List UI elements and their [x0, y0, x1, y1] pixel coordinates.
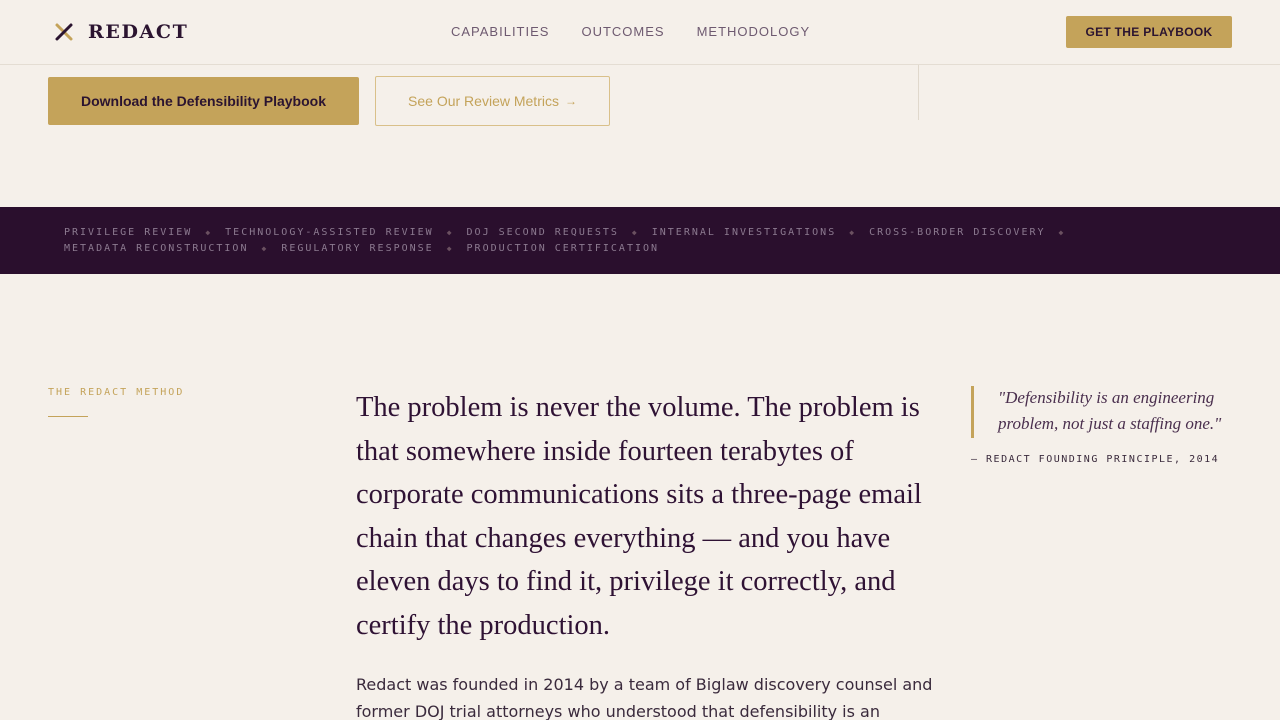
- pull-quote: "Defensibility is an engineering problem…: [998, 388, 1222, 433]
- services-ticker: PRIVILEGE REVIEW ◆ TECHNOLOGY-ASSISTED REV…: [0, 207, 1280, 274]
- diamond-icon: ◆: [631, 228, 639, 237]
- arrow-right-icon: →: [564, 94, 577, 108]
- site-header: REDACT CAPABILITIES OUTCOMES METHODOLOGY…: [0, 0, 1280, 65]
- ticker-item: PRIVILEGE REVIEW: [64, 227, 193, 238]
- section-eyebrow: THE REDACT METHOD: [48, 387, 185, 398]
- quote-attribution: — REDACT FOUNDING PRINCIPLE, 2014: [971, 454, 1220, 465]
- download-playbook-button[interactable]: Download the Defensibility Playbook: [48, 77, 359, 125]
- review-metrics-button[interactable]: See Our Review Metrics →: [375, 76, 610, 126]
- hero-divider: [918, 65, 919, 120]
- diamond-icon: ◆: [446, 244, 454, 253]
- ticker-item: TECHNOLOGY-ASSISTED REVIEW: [225, 227, 434, 238]
- crossed-x-icon: [55, 23, 73, 41]
- diamond-icon: ◆: [849, 228, 857, 237]
- ticker-item: DOJ SECOND REQUESTS: [466, 227, 619, 238]
- ticker-item: METADATA RECONSTRUCTION: [64, 243, 249, 254]
- ticker-item: CROSS-BORDER DISCOVERY: [869, 227, 1046, 238]
- brand-logo[interactable]: REDACT: [54, 20, 188, 44]
- nav-item-methodology[interactable]: METHODOLOGY: [697, 24, 811, 40]
- diamond-icon: ◆: [1058, 228, 1066, 237]
- ticker-list: PRIVILEGE REVIEW ◆ TECHNOLOGY-ASSISTED REV…: [64, 225, 1184, 257]
- ticker-item: INTERNAL INVESTIGATIONS: [651, 227, 837, 238]
- get-playbook-button[interactable]: GET THE PLAYBOOK: [1066, 16, 1232, 48]
- eyebrow-underline: [48, 416, 88, 417]
- nav-item-outcomes[interactable]: OUTCOMES: [581, 24, 664, 40]
- quote-accent-bar: [971, 386, 974, 438]
- brand-name: REDACT: [88, 21, 189, 43]
- ticker-item: REGULATORY RESPONSE: [281, 243, 434, 254]
- review-metrics-label: See Our Review Metrics: [408, 93, 559, 109]
- lead-paragraph: The problem is never the volume. The pro…: [356, 392, 922, 641]
- diamond-icon: ◆: [205, 228, 213, 237]
- nav-item-capabilities[interactable]: CAPABILITIES: [451, 24, 549, 40]
- diamond-icon: ◆: [446, 228, 454, 237]
- body-paragraph: Redact was founded in 2014 by a team of …: [356, 675, 933, 720]
- diamond-icon: ◆: [261, 244, 269, 253]
- ticker-item: PRODUCTION CERTIFICATION: [466, 243, 660, 254]
- main-nav: CAPABILITIES OUTCOMES METHODOLOGY: [451, 24, 810, 40]
